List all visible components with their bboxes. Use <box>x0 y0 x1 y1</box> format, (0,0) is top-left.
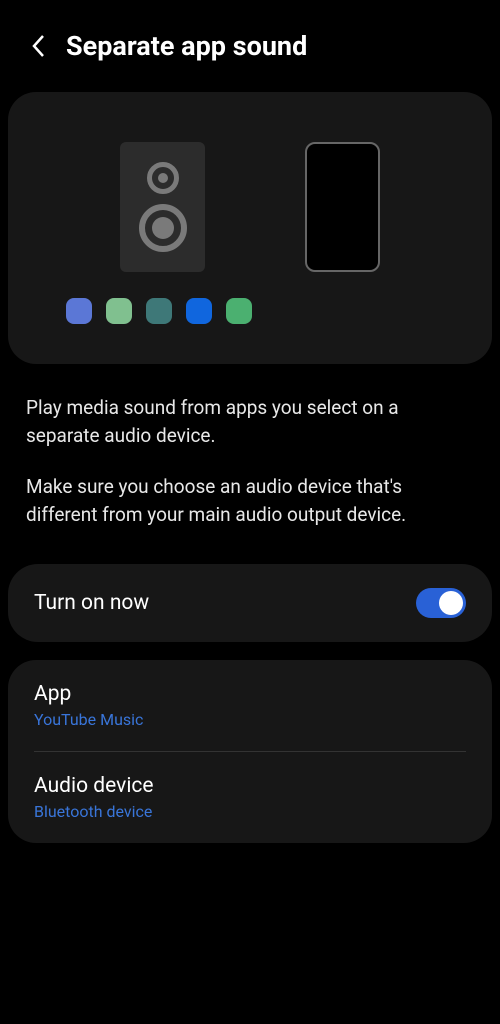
illustration-card <box>8 92 492 364</box>
app-setting-value: YouTube Music <box>34 710 466 729</box>
header: Separate app sound <box>0 0 500 82</box>
description-text: Play media sound from apps you select on… <box>0 364 500 558</box>
app-setting-title: App <box>34 682 466 706</box>
audio-device-setting-title: Audio device <box>34 774 466 798</box>
turn-on-row[interactable]: Turn on now <box>8 564 492 642</box>
speaker-icon <box>120 142 205 272</box>
back-icon[interactable] <box>30 32 46 60</box>
app-setting-row[interactable]: App YouTube Music <box>8 660 492 751</box>
audio-device-setting-row[interactable]: Audio device Bluetooth device <box>8 752 492 843</box>
phone-icon <box>305 142 380 272</box>
audio-device-setting-value: Bluetooth device <box>34 802 466 821</box>
settings-card: App YouTube Music Audio device Bluetooth… <box>8 660 492 843</box>
audio-dot-icon <box>186 298 212 324</box>
devices-row <box>38 142 462 272</box>
audio-dot-icon <box>146 298 172 324</box>
audio-dot-icon <box>106 298 132 324</box>
dots-row <box>38 298 462 324</box>
description-para-1: Play media sound from apps you select on… <box>26 394 474 449</box>
audio-dot-icon <box>66 298 92 324</box>
turn-on-toggle[interactable] <box>416 588 466 618</box>
description-para-2: Make sure you choose an audio device tha… <box>26 473 474 528</box>
turn-on-label: Turn on now <box>34 591 149 615</box>
audio-dot-icon <box>226 298 252 324</box>
page-title: Separate app sound <box>66 30 307 62</box>
